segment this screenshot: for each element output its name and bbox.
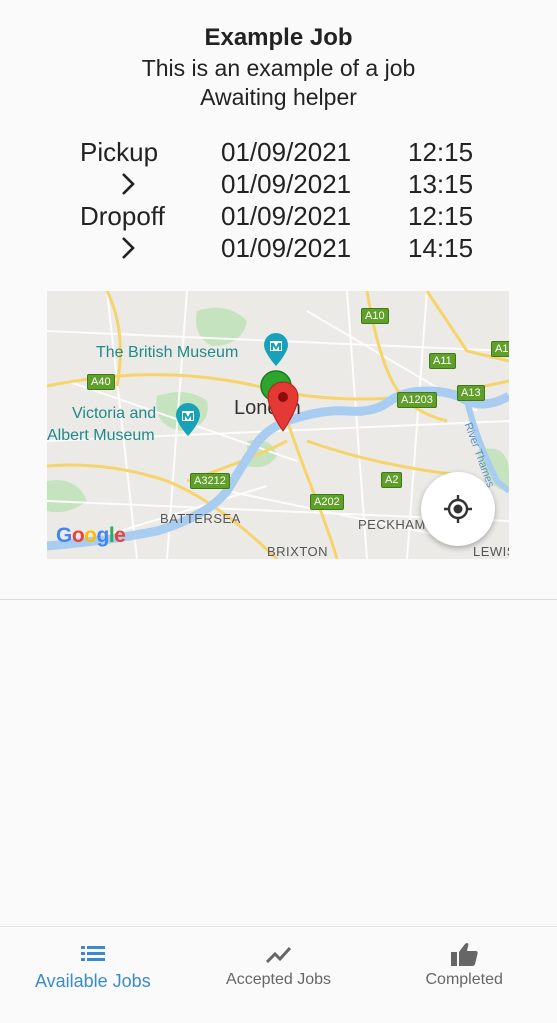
district-label: PECKHAM [358,517,426,532]
google-logo: Google [56,524,126,547]
road-shield: A10 [361,308,389,324]
schedule-date: 01/09/2021 [221,201,352,231]
poi-label: Albert Museum [47,427,155,444]
job-description: This is an example of a job [141,55,416,81]
chevron-right-icon [122,173,135,195]
chevron-right-icon [122,237,135,259]
schedule-row-dropoff-end: 01/09/2021 14:15 [0,232,557,264]
job-status: Awaiting helper [200,84,357,110]
schedule-time: 12:15 [408,137,474,167]
road-shield: A12 [491,341,509,357]
schedule-row-pickup: Pickup 01/09/2021 12:15 [0,136,557,168]
road-shield: A3212 [190,473,230,489]
job-schedule: Pickup 01/09/2021 12:15 01/09/2021 13:15… [0,136,557,264]
road-shield: A202 [310,494,344,510]
schedule-date: 01/09/2021 [221,169,352,199]
job-header: Example Job This is an example of a job … [0,22,557,112]
nav-item-available-jobs[interactable]: Available Jobs [0,927,186,1023]
nav-item-accepted-jobs[interactable]: Accepted Jobs [186,927,372,1023]
my-location-icon [444,495,472,523]
nav-label: Available Jobs [34,971,151,991]
district-label: BRIXTON [267,544,329,559]
job-detail-screen: Example Job This is an example of a job … [0,0,557,1023]
road-shield: A13 [457,385,485,401]
thumb-up-icon [451,943,478,966]
schedule-row-pickup-end: 01/09/2021 13:15 [0,168,557,200]
my-location-button[interactable] [421,472,495,546]
schedule-time: 14:15 [408,233,474,263]
road-shield: A11 [429,353,456,369]
museum-icon [264,333,288,366]
poi-label: The British Museum [96,344,239,361]
district-label: LEWIS [473,544,509,559]
schedule-label: Pickup [80,137,159,167]
road-shield: A1203 [397,392,437,408]
job-title: Example Job [204,24,353,51]
schedule-label: Dropoff [80,201,165,231]
schedule-date: 01/09/2021 [221,233,352,263]
schedule-time: 13:15 [408,169,474,199]
dropoff-marker[interactable] [266,380,300,432]
list-icon [80,946,105,961]
nav-label: Accepted Jobs [226,971,331,988]
museum-icon [176,403,200,436]
schedule-date: 01/09/2021 [221,137,352,167]
schedule-row-dropoff: Dropoff 01/09/2021 12:15 [0,200,557,232]
poi-label: Victoria and [72,405,157,422]
road-shield: A40 [87,374,115,390]
section-divider [0,599,557,600]
nav-item-completed[interactable]: Completed [371,927,557,1023]
bottom-navigation: Available Jobs Accepted Jobs Completed [0,926,557,1023]
nav-label: Completed [425,971,503,988]
district-label: BATTERSEA [160,511,241,526]
road-shield: A2 [381,472,403,488]
schedule-time: 12:15 [408,201,474,231]
trending-up-icon [265,946,291,964]
